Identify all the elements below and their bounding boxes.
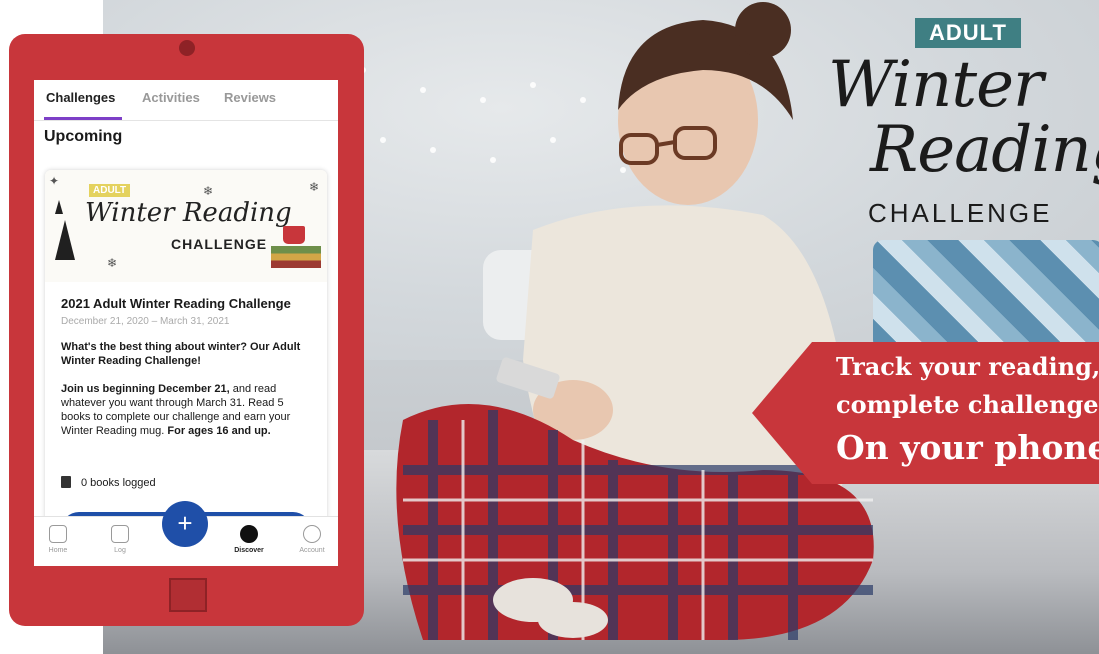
nav-home-label: Home <box>48 547 68 554</box>
books-logged: 0 books logged <box>61 476 156 489</box>
tablet-device: Challenges Activities Reviews Upcoming ✦… <box>9 34 364 626</box>
title-winter: Winter <box>828 48 1044 122</box>
tab-challenges[interactable]: Challenges <box>46 90 115 105</box>
challenge-banner: ✦ ❄ ❄ ❄ ADULT Winter Reading CHALLENGE <box>45 170 327 282</box>
bottom-nav: Home Log + Discover Account <box>34 501 338 566</box>
tree-icon <box>55 220 75 260</box>
nav-discover-label: Discover <box>234 547 264 554</box>
snowflake-icon: ✦ <box>49 174 60 188</box>
banner-title: Winter Reading <box>85 198 292 228</box>
snowflake-icon: ❄ <box>203 184 214 198</box>
challenge-description: Join us beginning December 21, and read … <box>61 382 313 438</box>
app-screen: Challenges Activities Reviews Upcoming ✦… <box>34 80 338 566</box>
snowflake-icon: ❄ <box>309 180 320 194</box>
callout-line-1: Track your reading, <box>836 352 1099 381</box>
nav-discover[interactable]: Discover <box>229 525 269 554</box>
books-logged-label: 0 books logged <box>81 477 156 489</box>
nav-log-label: Log <box>114 547 126 554</box>
tab-reviews[interactable]: Reviews <box>224 90 276 105</box>
snowflake-icon: ❄ <box>107 256 118 270</box>
nav-home[interactable]: Home <box>38 525 78 554</box>
challenge-title: 2021 Adult Winter Reading Challenge <box>61 296 291 311</box>
title-reading: Reading <box>870 113 1099 187</box>
nav-log[interactable]: Log <box>100 525 140 554</box>
challenge-question: What's the best thing about winter? Our … <box>61 341 301 367</box>
nav-account-label: Account <box>299 547 325 554</box>
books-stack-icon <box>271 246 321 268</box>
banner-challenge: CHALLENGE <box>171 236 268 252</box>
winter-reading-title-art: ADULT Winter Reading CHALLENGE <box>820 18 1099 238</box>
tab-activities[interactable]: Activities <box>142 90 200 105</box>
description-bold-start: Join us beginning December 21, <box>61 383 230 395</box>
gear-icon <box>303 525 321 543</box>
section-heading: Upcoming <box>44 128 123 145</box>
promo-callout: Track your reading, complete challenges.… <box>752 342 1099 484</box>
title-challenge: CHALLENGE <box>868 198 1053 228</box>
add-button[interactable]: + <box>162 501 208 547</box>
challenge-dates: December 21, 2020 – March 31, 2021 <box>61 316 230 327</box>
tablet-camera <box>179 40 195 56</box>
callout-line-2: complete challenges. <box>836 390 1099 419</box>
home-icon <box>49 525 67 543</box>
active-tab-indicator <box>44 117 122 120</box>
book-icon <box>61 476 71 488</box>
callout-line-3: On your phone! <box>836 428 1099 467</box>
mug-icon <box>283 226 305 244</box>
tab-bar: Challenges Activities Reviews <box>34 80 338 121</box>
log-icon <box>111 525 129 543</box>
banner-adult-tag: ADULT <box>89 184 131 197</box>
nav-account[interactable]: Account <box>292 525 332 554</box>
tree-icon-top <box>55 200 63 214</box>
description-bold-end: For ages 16 and up. <box>167 425 271 437</box>
compass-icon <box>240 525 258 543</box>
tablet-home-button[interactable] <box>169 578 207 612</box>
adult-tag: ADULT <box>915 18 1021 48</box>
